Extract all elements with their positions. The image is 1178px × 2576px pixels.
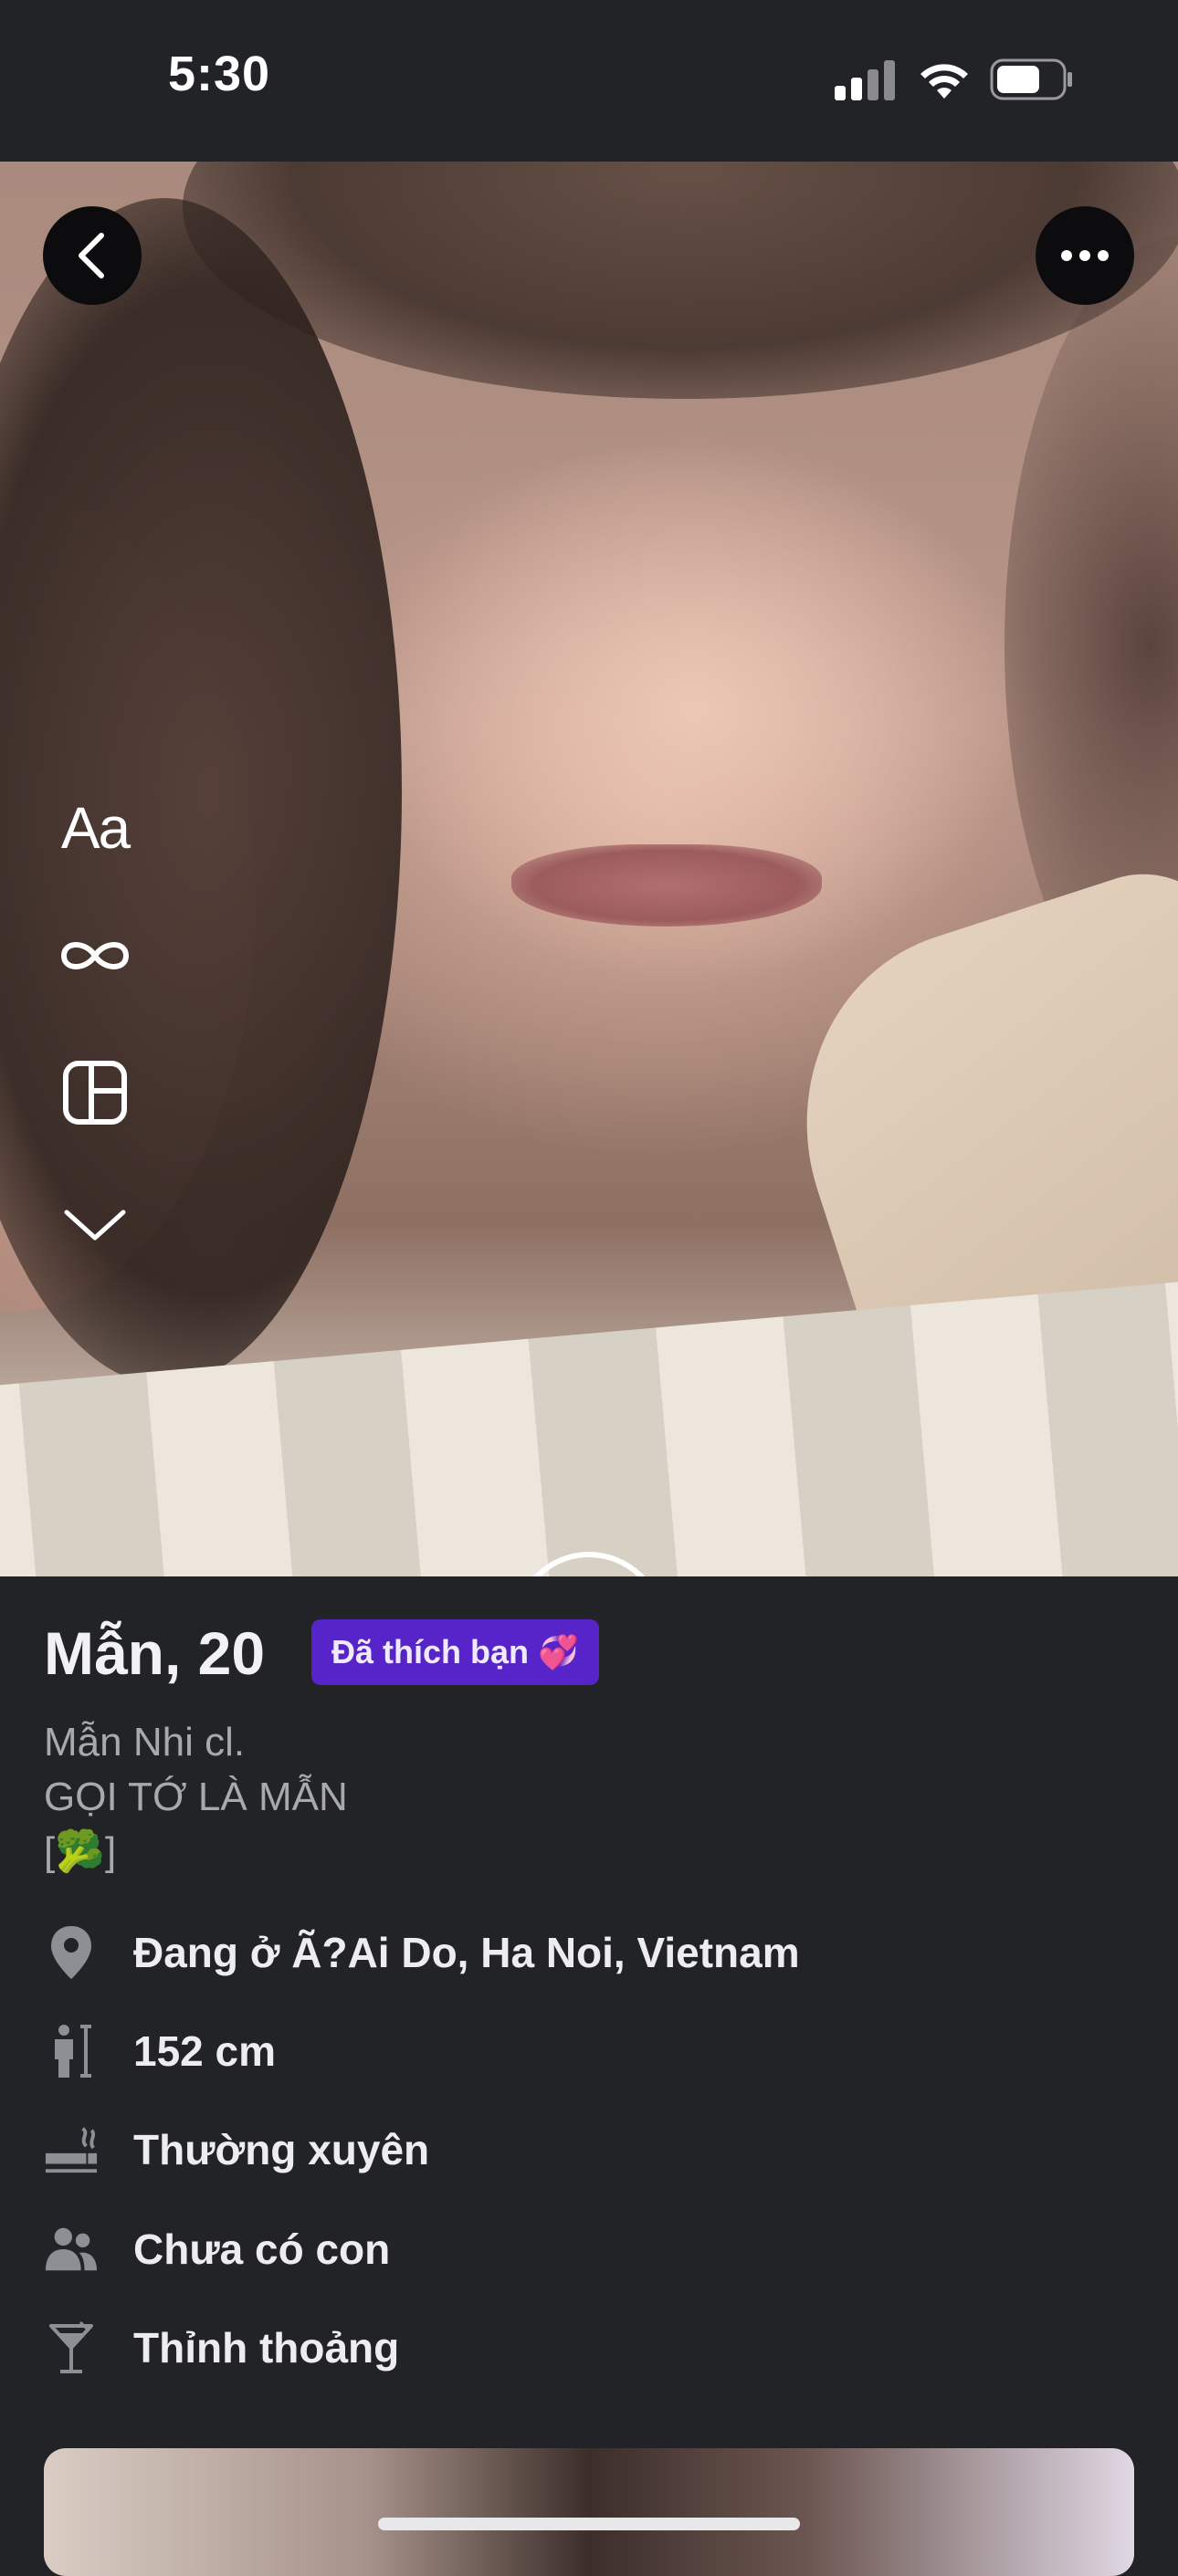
signal-icon bbox=[835, 60, 895, 100]
detail-height: 152 cm bbox=[44, 2015, 276, 2088]
photo-lips bbox=[511, 844, 822, 927]
bio-bracket-close: ] bbox=[105, 1829, 117, 1874]
detail-drinking: Thỉnh thoảng bbox=[44, 2311, 399, 2384]
bio-line-3: [ 🥦 ] bbox=[44, 1825, 116, 1880]
text-tool: Aa bbox=[60, 795, 131, 861]
liked-you-badge: Đã thích bạn 💞 bbox=[311, 1619, 599, 1685]
bio-line-2: GỌI TỚ LÀ MẪN bbox=[44, 1775, 348, 1819]
detail-smoking: Thường xuyên bbox=[44, 2113, 429, 2186]
photo-hair-top bbox=[183, 162, 1178, 399]
detail-drinking-text: Thỉnh thoảng bbox=[133, 2324, 400, 2372]
height-icon bbox=[44, 2024, 99, 2079]
boomerang-icon bbox=[51, 928, 139, 983]
back-button[interactable] bbox=[43, 206, 142, 305]
location-pin-icon bbox=[44, 1925, 99, 1980]
smoking-icon bbox=[44, 2122, 99, 2177]
bio-line-1: Mẫn Nhi cl. bbox=[44, 1720, 246, 1764]
profile-info: Mẫn, 20 Đã thích bạn 💞 Mẫn Nhi cl. GỌI T… bbox=[0, 1576, 1178, 2576]
layout-icon bbox=[51, 1056, 139, 1129]
back-icon bbox=[79, 233, 104, 278]
battery-icon bbox=[990, 58, 1072, 100]
children-icon bbox=[44, 2222, 99, 2277]
home-indicator[interactable] bbox=[378, 2518, 800, 2530]
next-profile-photo[interactable] bbox=[44, 2448, 1134, 2576]
detail-children: Chưa có con bbox=[44, 2213, 390, 2286]
detail-location-text: Đang ở Ã?Ai Do, Ha Noi, Vietnam bbox=[133, 1929, 800, 1976]
hearts-emoji: 💞 bbox=[538, 1633, 579, 1670]
detail-location: Đang ở Ã?Ai Do, Ha Noi, Vietnam bbox=[44, 1916, 800, 1989]
profile-name-age: Mẫn, 20 bbox=[44, 1619, 266, 1687]
detail-smoking-text: Thường xuyên bbox=[133, 2126, 430, 2173]
broccoli-emoji: 🥦 bbox=[55, 1829, 106, 1874]
profile-photo[interactable]: Aa bbox=[0, 162, 1178, 1576]
liked-badge-label: Đã thích bạn bbox=[331, 1633, 530, 1670]
detail-children-text: Chưa có con bbox=[133, 2225, 391, 2273]
chevron-down-icon bbox=[51, 1202, 139, 1248]
wifi-icon bbox=[920, 64, 968, 99]
more-options-button[interactable] bbox=[1036, 206, 1134, 305]
status-time: 5:30 bbox=[168, 47, 271, 101]
detail-height-text: 152 cm bbox=[133, 2027, 277, 2075]
status-bar: 5:30 bbox=[0, 0, 1178, 162]
bio-bracket-open: [ bbox=[44, 1829, 56, 1874]
cocktail-icon bbox=[44, 2320, 99, 2375]
more-icon bbox=[1061, 250, 1109, 261]
profile-bio: Mẫn Nhi cl. GỌI TỚ LÀ MẪN [ 🥦 ] bbox=[44, 1715, 348, 1880]
